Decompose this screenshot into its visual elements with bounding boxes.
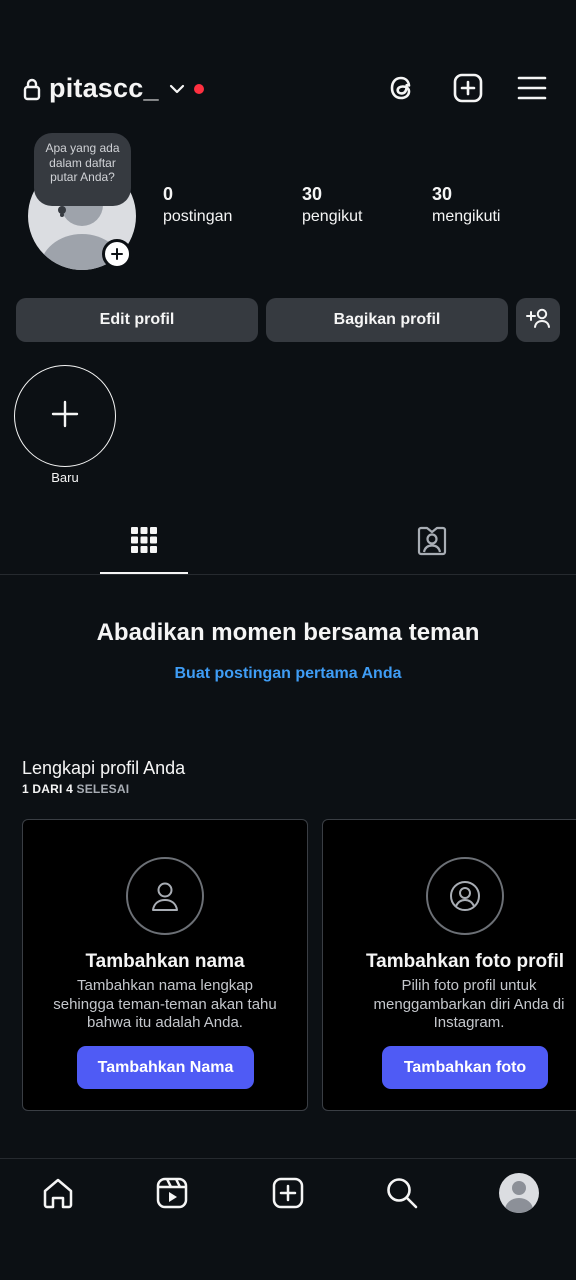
discover-people-button[interactable] [516,298,560,342]
note-bubble[interactable]: Apa yang ada dalam daftar putar Anda? [34,133,131,206]
progress-count: 1 DARI 4 [22,782,73,796]
card-description: Pilih foto profil untuk menggambarkan di… [373,977,565,1031]
profile-photo-icon [426,857,504,935]
card-title: Tambahkan nama [85,951,245,972]
menu-icon[interactable] [514,70,550,106]
share-profile-button[interactable]: Bagikan profil [266,298,508,342]
reels-icon[interactable] [150,1171,194,1215]
create-first-post-link[interactable]: Buat postingan pertama Anda [0,665,576,683]
note-text: Apa yang ada dalam daftar putar Anda? [45,141,120,184]
edit-profile-button[interactable]: Edit profil [16,298,258,342]
card-title: Tambahkan foto profil [365,951,565,972]
followers-count[interactable]: 30 [302,184,322,205]
tab-tagged[interactable] [412,522,452,562]
divider [0,574,576,575]
add-story-icon[interactable] [102,239,132,269]
profile-avatar[interactable] [497,1171,541,1215]
add-profile-photo-card: Tambahkan foto profil Pilih foto profil … [322,819,576,1111]
followers-label[interactable]: pengikut [302,208,363,226]
progress-status: SELESAI [76,782,130,796]
add-name-button[interactable]: Tambahkan Nama [77,1046,254,1089]
new-highlight-label: Baru [51,470,79,485]
tagged-icon [416,524,448,561]
card-description: Tambahkan nama lengkap sehingga teman-te… [53,977,277,1031]
following-count[interactable]: 30 [432,184,452,205]
threads-icon[interactable] [384,70,420,106]
lock-icon [22,77,42,101]
create-icon[interactable] [266,1171,310,1215]
add-person-icon [525,307,551,334]
grid-icon [130,526,158,559]
create-icon[interactable] [450,70,486,106]
person-icon [126,857,204,935]
complete-profile-progress: 1 DARI 4 SELESAI [22,782,129,796]
chevron-down-icon[interactable] [167,79,187,99]
following-label[interactable]: mengikuti [432,208,500,226]
note-tail-small [60,213,64,217]
posts-label[interactable]: postingan [163,208,232,226]
posts-count[interactable]: 0 [163,184,173,205]
search-icon[interactable] [380,1171,424,1215]
complete-profile-title: Lengkapi profil Anda [22,758,186,778]
username[interactable]: pitascc_ [49,73,159,104]
empty-state-title: Abadikan momen bersama teman [96,619,480,646]
new-highlight-button[interactable] [14,365,116,467]
plus-icon [51,400,79,433]
bottom-navigation [0,1159,576,1280]
tab-grid[interactable] [124,522,164,562]
add-photo-button[interactable]: Tambahkan foto [382,1046,548,1089]
avatar[interactable] [499,1173,539,1213]
notification-dot [194,84,204,94]
profile-header: pitascc_ [0,62,576,118]
home-icon[interactable] [36,1171,80,1215]
add-name-card: Tambahkan nama Tambahkan nama lengkap se… [22,819,308,1111]
